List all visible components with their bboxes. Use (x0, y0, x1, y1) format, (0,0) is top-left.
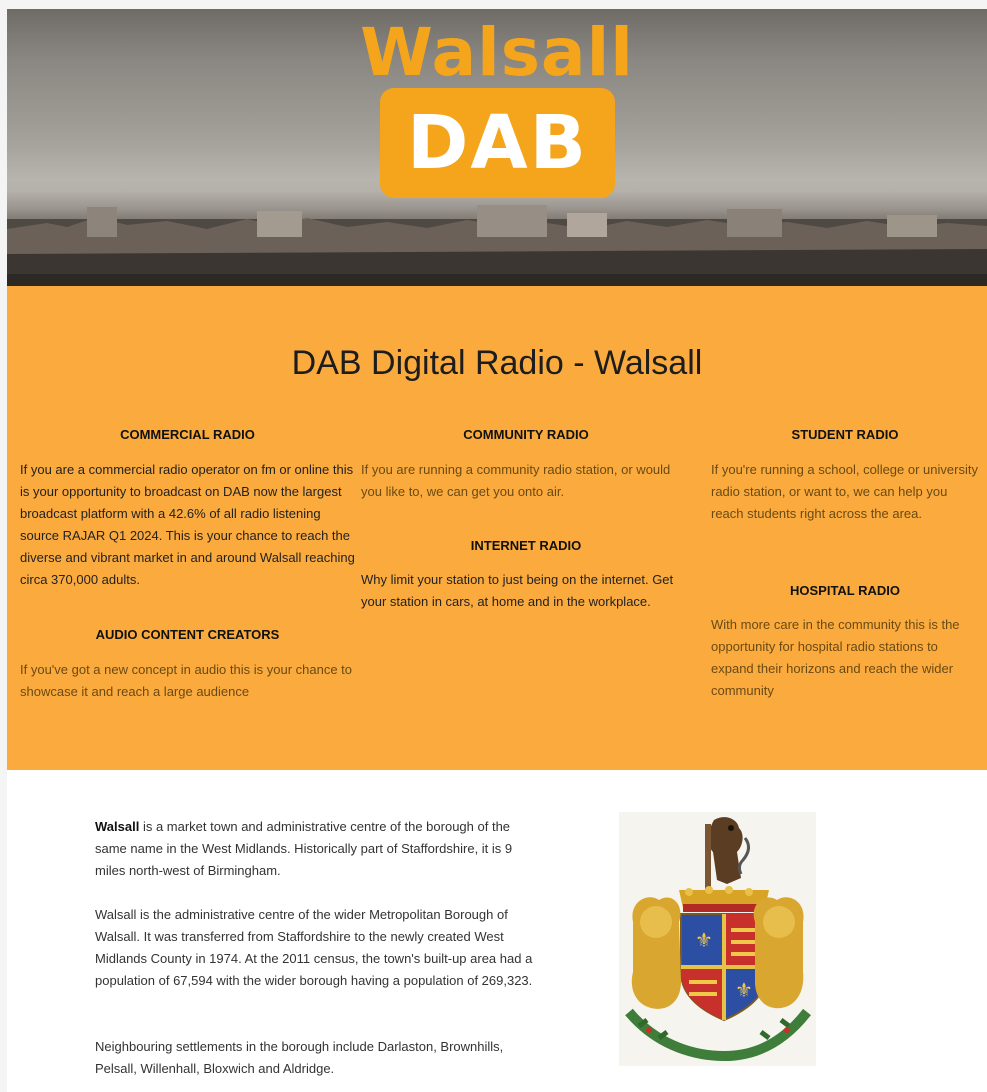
page-title: DAB Digital Radio - Walsall (291, 344, 703, 382)
section-title-audio-content-creators: AUDIO CONTENT CREATORS (95, 627, 280, 642)
about-bold-town: Walsall (95, 819, 140, 834)
section-title-community-radio: COMMUNITY RADIO (463, 427, 589, 442)
logo-badge: DAB (380, 88, 615, 198)
section-title-hospital-radio: HOSPITAL RADIO (789, 583, 901, 598)
about-paragraph-1-text: is a market town and administrative cent… (95, 819, 513, 878)
logo-wordmark: Walsall (360, 14, 634, 91)
section-text-internet-radio: Why limit your station to just being on … (361, 572, 674, 609)
section-text-community-radio: If you are running a community radio sta… (361, 462, 671, 499)
section-text-audio-content-creators: If you've got a new concept in audio thi… (20, 662, 353, 699)
section-text-student-radio: If you're running a school, college or u… (711, 462, 978, 521)
hero-banner: Walsall DAB (7, 9, 987, 286)
section-title-student-radio: STUDENT RADIO (791, 427, 899, 442)
skyline-image (7, 205, 987, 286)
section-text-hospital-radio: With more care in the community this is … (711, 617, 960, 698)
about-paragraph-3: Neighbouring settlements in the borough … (95, 1039, 504, 1076)
section-title-internet-radio: INTERNET RADIO (470, 538, 582, 553)
svg-text:⚜: ⚜ (735, 978, 753, 1002)
walsall-crest-icon: ⚜ ⚜ (619, 812, 816, 1066)
about-paragraph-2: Walsall is the administrative centre of … (95, 907, 533, 988)
about-paragraph-1: Walsall is a market town and administrat… (95, 816, 535, 882)
page: Walsall DAB DAB Digital Radio - Walsall … (7, 9, 987, 1092)
section-title-commercial-radio: COMMERCIAL RADIO (120, 427, 255, 442)
svg-text:⚜: ⚜ (695, 928, 713, 952)
logo-badge-text: DAB (406, 100, 589, 186)
section-text-commercial-radio: If you are a commercial radio operator o… (20, 462, 355, 587)
services-section: DAB Digital Radio - Walsall COMMERCIAL R… (7, 286, 987, 770)
